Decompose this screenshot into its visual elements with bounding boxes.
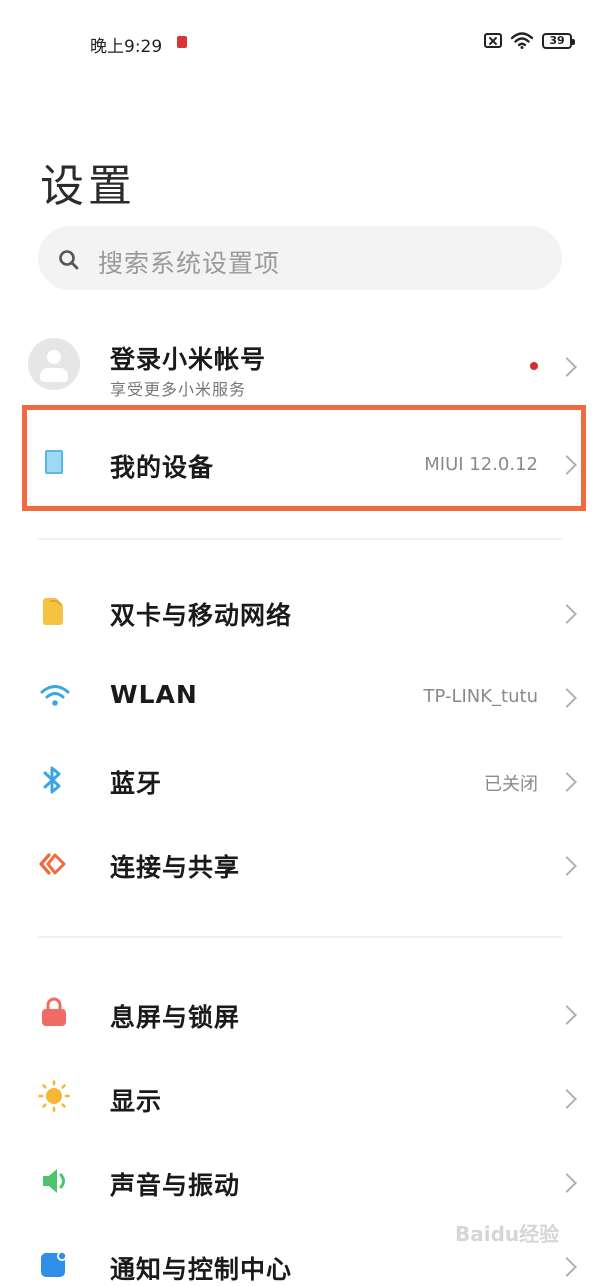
wlan-label: WLAN	[110, 680, 198, 709]
display-label: 显示	[110, 1087, 163, 1116]
bluetooth-icon	[43, 766, 61, 794]
chevron-right-icon	[557, 1005, 577, 1025]
account-subtitle: 享受更多小米服务	[110, 380, 247, 399]
status-icons: 39	[484, 32, 575, 49]
bluetooth-status: 已关闭	[484, 774, 538, 795]
chevron-right-icon	[557, 772, 577, 792]
chevron-right-icon	[557, 455, 577, 475]
lock-icon	[42, 997, 66, 1026]
speaker-icon	[43, 1169, 65, 1193]
my-device-row[interactable]: 我的设备 MIUI 12.0.12	[0, 420, 600, 500]
chevron-right-icon	[557, 1089, 577, 1109]
phone-device-icon	[45, 450, 63, 474]
display-row[interactable]: 显示	[0, 1054, 600, 1138]
chevron-right-icon	[557, 688, 577, 708]
account-row[interactable]	[0, 325, 600, 405]
my-device-label: 我的设备	[110, 453, 215, 482]
chevron-right-icon	[557, 856, 577, 876]
chevron-right-icon	[557, 604, 577, 624]
search-placeholder: 搜索系统设置项	[98, 249, 281, 278]
battery-icon: 39	[542, 32, 575, 49]
notification-icon	[41, 1251, 67, 1277]
miui-version: MIUI 12.0.12	[424, 454, 538, 475]
wlan-row[interactable]: WLAN TP-LINK_tutu	[0, 654, 600, 738]
connection-share-row[interactable]: 连接与共享	[0, 822, 600, 906]
sim-network-row[interactable]: 双卡与移动网络	[0, 570, 600, 654]
watermark-logo: Baidu经验	[455, 1222, 560, 1246]
page-title: 设置	[40, 161, 136, 212]
section-divider	[38, 936, 562, 938]
chevron-right-icon	[557, 1173, 577, 1193]
account-title: 登录小米帐号	[110, 345, 267, 374]
notification-indicator-icon	[177, 36, 187, 48]
connection-share-icon	[39, 853, 66, 875]
sun-icon	[38, 1080, 70, 1112]
notification-dot-icon	[530, 362, 538, 370]
lock-screen-label: 息屏与锁屏	[110, 1003, 241, 1032]
connection-share-label: 连接与共享	[110, 853, 241, 882]
search-icon	[59, 250, 79, 270]
bluetooth-label: 蓝牙	[110, 769, 163, 798]
chevron-right-icon	[557, 1257, 577, 1277]
lock-screen-row[interactable]: 息屏与锁屏	[0, 970, 600, 1054]
status-time: 晚上9:29	[90, 37, 163, 57]
wifi-icon	[40, 685, 70, 706]
sound-vibration-label: 声音与振动	[110, 1171, 241, 1200]
wlan-network-name: TP-LINK_tutu	[423, 686, 539, 707]
status-bar: 晚上9:29 39	[0, 30, 600, 57]
wifi-status-icon	[511, 32, 533, 49]
sound-vibration-row[interactable]: 声音与振动	[0, 1138, 600, 1222]
sim-card-icon	[43, 598, 63, 625]
notification-control-label: 通知与控制中心	[110, 1255, 293, 1284]
sim-network-label: 双卡与移动网络	[110, 601, 293, 630]
avatar-icon	[28, 338, 80, 390]
bluetooth-row[interactable]: 蓝牙 已关闭	[0, 738, 600, 822]
no-sim-icon	[484, 33, 502, 48]
section-divider	[38, 538, 562, 540]
